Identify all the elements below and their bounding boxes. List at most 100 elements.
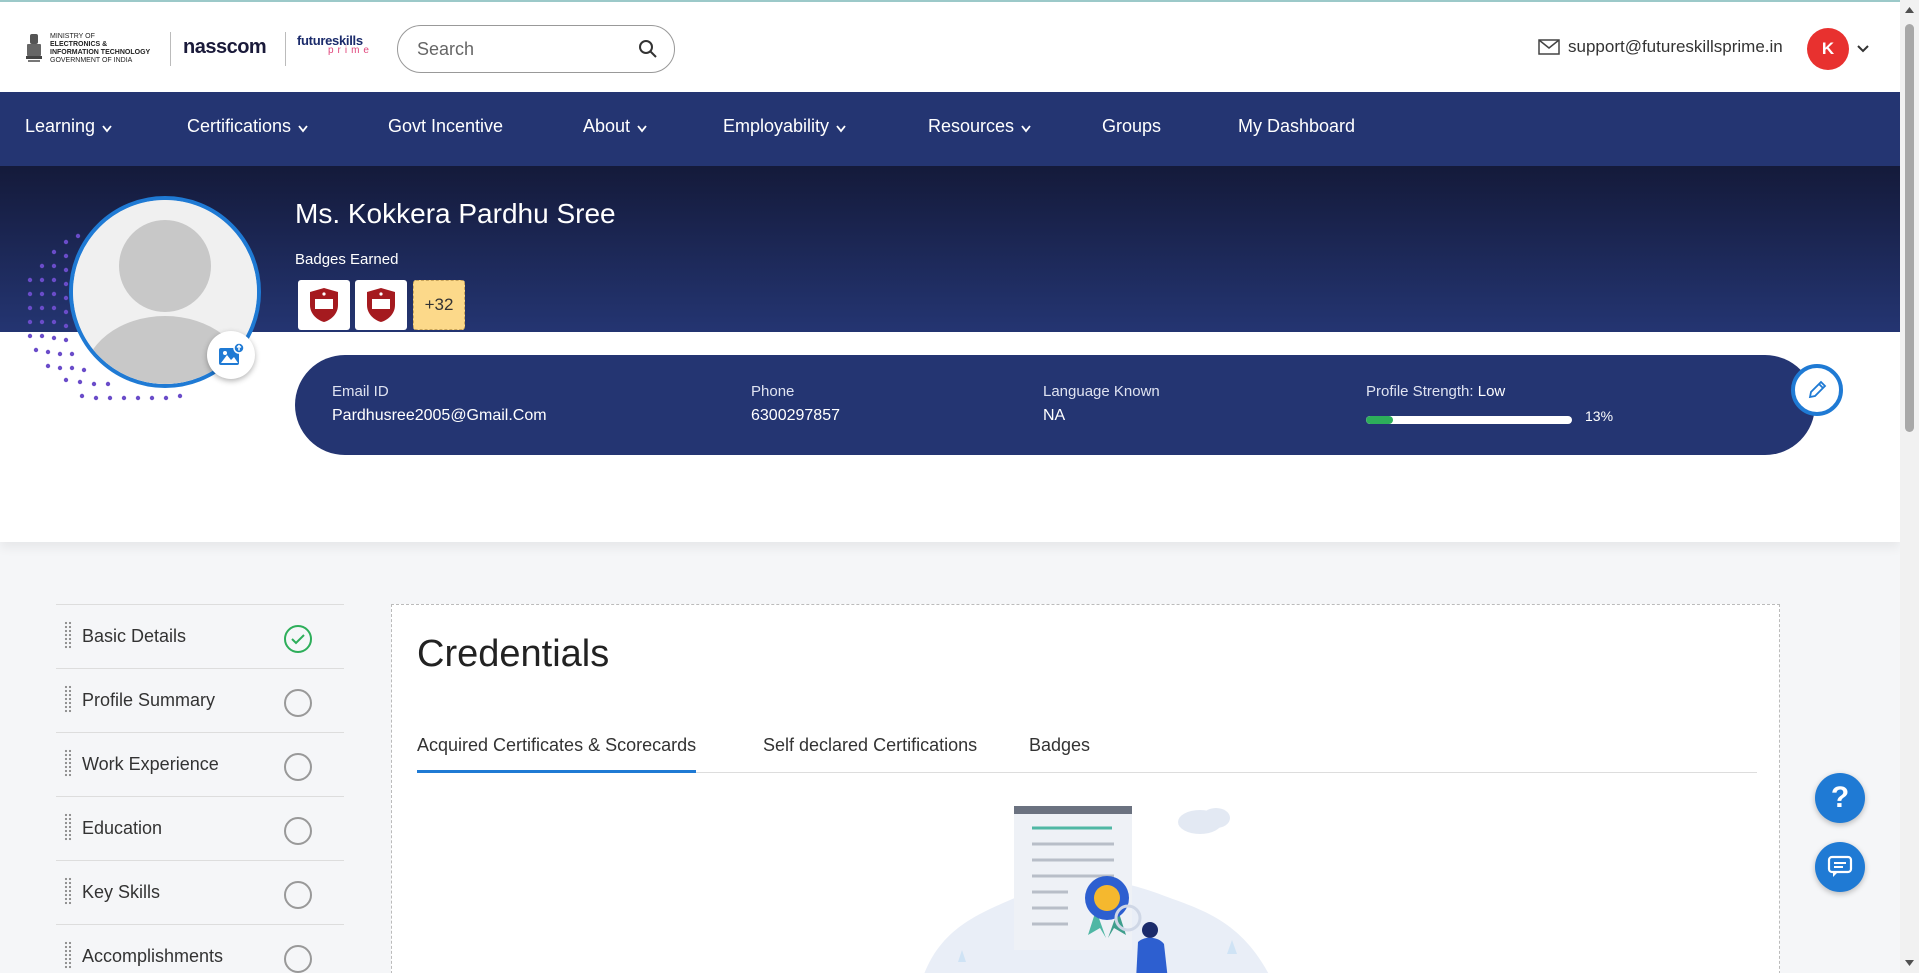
profile-sections-list: Basic Details Profile Summary Work Exper…	[56, 604, 344, 973]
edit-profile-button[interactable]	[1791, 364, 1843, 416]
main-nav: Learning Certifications Govt Incentive A…	[0, 92, 1900, 166]
section-label: Accomplishments	[82, 946, 224, 966]
section-accomplishments[interactable]: Accomplishments	[56, 924, 344, 973]
logo-divider	[285, 32, 286, 66]
nav-resources[interactable]: Resources	[928, 116, 1032, 137]
tab-badges[interactable]: Badges	[1029, 725, 1090, 773]
national-emblem-icon	[26, 34, 42, 62]
futureskills-prime-logo[interactable]: futureskills prime	[297, 33, 373, 67]
scrollbar-thumb[interactable]	[1905, 24, 1914, 432]
credentials-panel: Credentials Acquired Certificates & Scor…	[391, 604, 1780, 973]
section-basic-details[interactable]: Basic Details	[56, 604, 344, 668]
strength-level: Low	[1477, 383, 1506, 400]
drag-handle-icon[interactable]	[64, 749, 72, 779]
nav-employability-label: Employability	[723, 116, 830, 136]
empty-circle-icon	[284, 945, 312, 973]
page-scrollbar[interactable]	[1900, 0, 1919, 973]
email-label: Email ID	[332, 383, 389, 400]
phone-value: 6300297857	[751, 407, 840, 424]
nav-govt-incentive[interactable]: Govt Incentive	[388, 116, 503, 137]
nav-about[interactable]: About	[583, 116, 648, 137]
section-label: Basic Details	[82, 626, 187, 646]
chat-button[interactable]	[1815, 842, 1865, 892]
drag-handle-icon[interactable]	[64, 685, 72, 715]
strength-label-text: Profile Strength:	[1366, 383, 1478, 400]
certificate-illustration	[924, 806, 1269, 973]
nav-certifications[interactable]: Certifications	[187, 116, 309, 137]
profile-strength-percent: 13%	[1585, 408, 1614, 424]
badge-item[interactable]	[298, 280, 350, 330]
check-circle-icon	[284, 625, 312, 653]
gov-line-1: MINISTRY OF	[50, 33, 95, 40]
section-work-experience[interactable]: Work Experience	[56, 732, 344, 796]
section-label: Key Skills	[82, 882, 161, 902]
nav-learning[interactable]: Learning	[25, 116, 113, 137]
section-education[interactable]: Education	[56, 796, 344, 860]
help-icon: ?	[1830, 781, 1850, 814]
nav-groups-label: Groups	[1102, 116, 1162, 136]
upload-photo-button[interactable]	[207, 331, 255, 379]
chevron-down-icon	[298, 124, 308, 132]
top-header: MINISTRY OF ELECTRONICS & INFORMATION TE…	[0, 0, 1900, 92]
nav-groups[interactable]: Groups	[1102, 116, 1161, 137]
profile-info-card: Email ID Pardhusree2005@Gmail.Com Phone …	[295, 355, 1815, 455]
drag-handle-icon[interactable]	[64, 621, 72, 651]
empty-circle-icon	[284, 817, 312, 845]
profile-strength-bar	[1366, 416, 1572, 424]
shield-badge-icon	[310, 288, 338, 322]
empty-circle-icon	[284, 689, 312, 717]
empty-circle-icon	[284, 753, 312, 781]
search-box[interactable]	[397, 25, 675, 73]
drag-handle-icon[interactable]	[64, 813, 72, 843]
language-label: Language Known	[1043, 383, 1160, 400]
search-icon[interactable]	[638, 39, 658, 59]
chevron-down-icon	[1021, 124, 1031, 132]
nav-my-dashboard-label: My Dashboard	[1238, 116, 1356, 136]
language-value: NA	[1043, 407, 1066, 424]
nav-resources-label: Resources	[928, 116, 1015, 136]
search-input[interactable]	[417, 38, 627, 60]
profile-name: Ms. Kokkera Pardhu Sree	[295, 198, 616, 229]
profile-banner	[0, 166, 1900, 332]
mail-icon	[1538, 39, 1560, 55]
pencil-icon	[1808, 380, 1827, 399]
image-upload-icon	[219, 342, 245, 365]
tab-acquired-certificates[interactable]: Acquired Certificates & Scorecards	[417, 725, 697, 773]
email-value: Pardhusree2005@Gmail.Com	[332, 407, 547, 424]
support-contact[interactable]: support@futureskillsprime.in	[1538, 37, 1783, 57]
user-avatar[interactable]: K	[1807, 28, 1849, 70]
help-button[interactable]: ?	[1815, 773, 1865, 823]
nav-about-label: About	[583, 116, 631, 136]
nav-my-dashboard[interactable]: My Dashboard	[1238, 116, 1355, 137]
nav-employability[interactable]: Employability	[723, 116, 847, 137]
section-label: Education	[82, 818, 163, 838]
scroll-down-icon[interactable]	[1904, 959, 1915, 967]
phone-label: Phone	[751, 383, 795, 400]
chevron-down-icon	[836, 124, 846, 132]
drag-handle-icon[interactable]	[64, 941, 72, 971]
section-profile-summary[interactable]: Profile Summary	[56, 668, 344, 732]
badges-earned-label: Badges Earned	[295, 251, 399, 268]
empty-circle-icon	[284, 881, 312, 909]
meity-logo[interactable]: MINISTRY OF ELECTRONICS & INFORMATION TE…	[24, 30, 164, 68]
section-label: Profile Summary	[82, 690, 216, 710]
nav-govt-incentive-label: Govt Incentive	[388, 116, 504, 136]
shield-badge-icon	[367, 288, 395, 322]
support-email[interactable]: support@futureskillsprime.in	[1568, 37, 1783, 57]
drag-handle-icon[interactable]	[64, 877, 72, 907]
tab-self-declared-certifications[interactable]: Self declared Certifications	[763, 725, 977, 773]
profile-strength-fill	[1366, 416, 1393, 424]
meity-logo-text: MINISTRY OF ELECTRONICS & INFORMATION TE…	[50, 33, 150, 65]
gov-line-3: INFORMATION TECHNOLOGY	[50, 49, 151, 56]
gov-line-4: GOVERNMENT OF INDIA	[50, 57, 133, 64]
credentials-title: Credentials	[417, 633, 610, 675]
section-key-skills[interactable]: Key Skills	[56, 860, 344, 924]
chevron-down-icon[interactable]	[1856, 42, 1870, 56]
nasscom-logo[interactable]: nasscom	[183, 36, 267, 59]
nav-certifications-label: Certifications	[187, 116, 292, 136]
badge-item[interactable]	[355, 280, 407, 330]
chevron-down-icon	[637, 124, 647, 132]
more-badges-button[interactable]: +32	[413, 280, 465, 330]
scroll-up-icon[interactable]	[1904, 6, 1915, 14]
logo-divider	[170, 32, 171, 66]
